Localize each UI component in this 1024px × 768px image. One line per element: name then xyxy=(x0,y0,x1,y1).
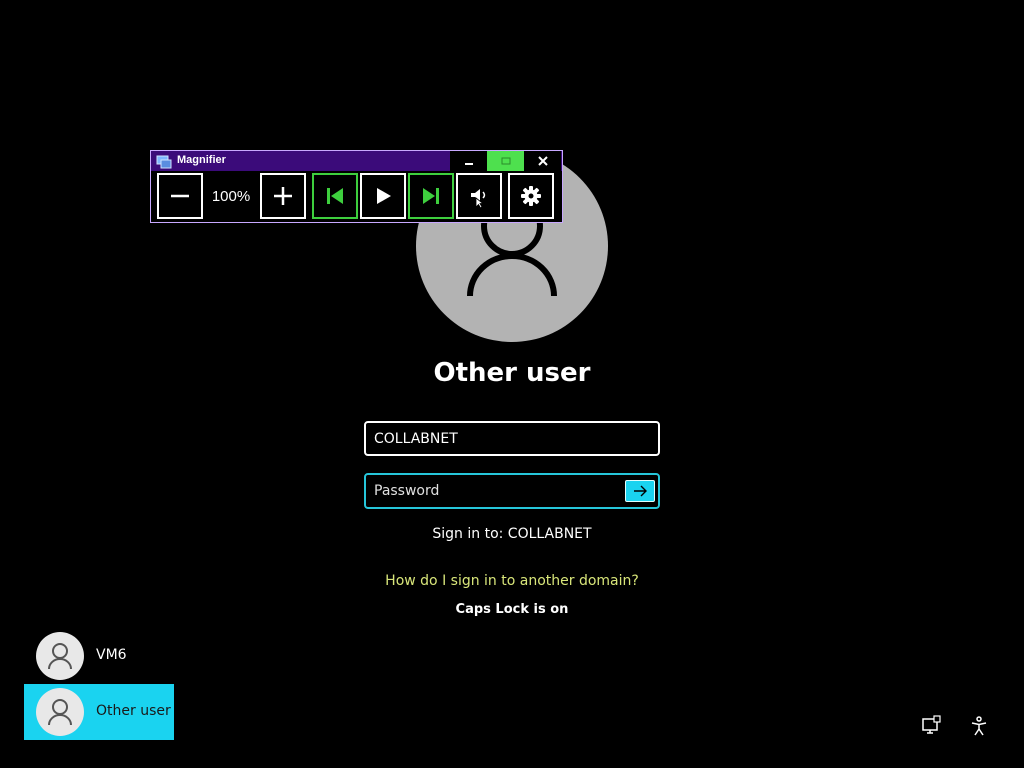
magnifier-titlebar[interactable]: Magnifier xyxy=(151,151,562,171)
caps-lock-warning: Caps Lock is on xyxy=(455,602,569,617)
person-icon xyxy=(48,699,72,726)
previous-sentence-button[interactable] xyxy=(312,173,358,219)
skip-next-icon xyxy=(423,188,439,204)
user-item-label: VM6 xyxy=(96,647,127,663)
avatar xyxy=(36,688,84,736)
network-icon[interactable] xyxy=(919,714,943,738)
accessibility-icon[interactable] xyxy=(967,714,991,738)
sign-in-domain-text: Sign in to: COLLABNET xyxy=(432,526,592,542)
magnifier-app-icon xyxy=(156,154,172,169)
minimize-button[interactable] xyxy=(450,151,487,171)
arrow-right-icon xyxy=(634,485,647,497)
close-icon xyxy=(537,156,548,166)
window-title: Magnifier xyxy=(177,154,226,166)
play-button[interactable] xyxy=(360,173,406,219)
minus-icon xyxy=(171,194,189,198)
password-field[interactable] xyxy=(366,475,632,507)
restore-icon xyxy=(501,157,510,165)
username-field[interactable] xyxy=(364,421,660,456)
other-domain-link[interactable]: How do I sign in to another domain? xyxy=(312,573,712,589)
close-button[interactable] xyxy=(524,151,561,171)
person-icon xyxy=(48,643,72,670)
user-item-other-user[interactable]: Other user xyxy=(24,684,174,740)
gear-icon xyxy=(521,186,541,206)
skip-previous-icon xyxy=(327,188,343,204)
next-sentence-button[interactable] xyxy=(408,173,454,219)
restore-button[interactable] xyxy=(487,151,524,171)
read-from-here-button[interactable] xyxy=(456,173,502,219)
zoom-in-button[interactable] xyxy=(260,173,306,219)
user-item-label: Other user xyxy=(96,703,171,719)
play-icon xyxy=(377,188,391,204)
settings-button[interactable] xyxy=(508,173,554,219)
avatar xyxy=(36,632,84,680)
magnifier-window: Magnifier 100% xyxy=(150,150,563,223)
speaker-pointer-icon xyxy=(471,189,486,208)
plus-icon xyxy=(274,187,292,205)
submit-button[interactable] xyxy=(625,480,655,502)
password-field-container xyxy=(364,473,660,509)
minimize-icon xyxy=(464,163,473,165)
zoom-level: 100% xyxy=(211,187,251,205)
user-name-heading: Other user xyxy=(433,358,591,388)
zoom-out-button[interactable] xyxy=(157,173,203,219)
user-item-vm6[interactable]: VM6 xyxy=(24,628,174,684)
